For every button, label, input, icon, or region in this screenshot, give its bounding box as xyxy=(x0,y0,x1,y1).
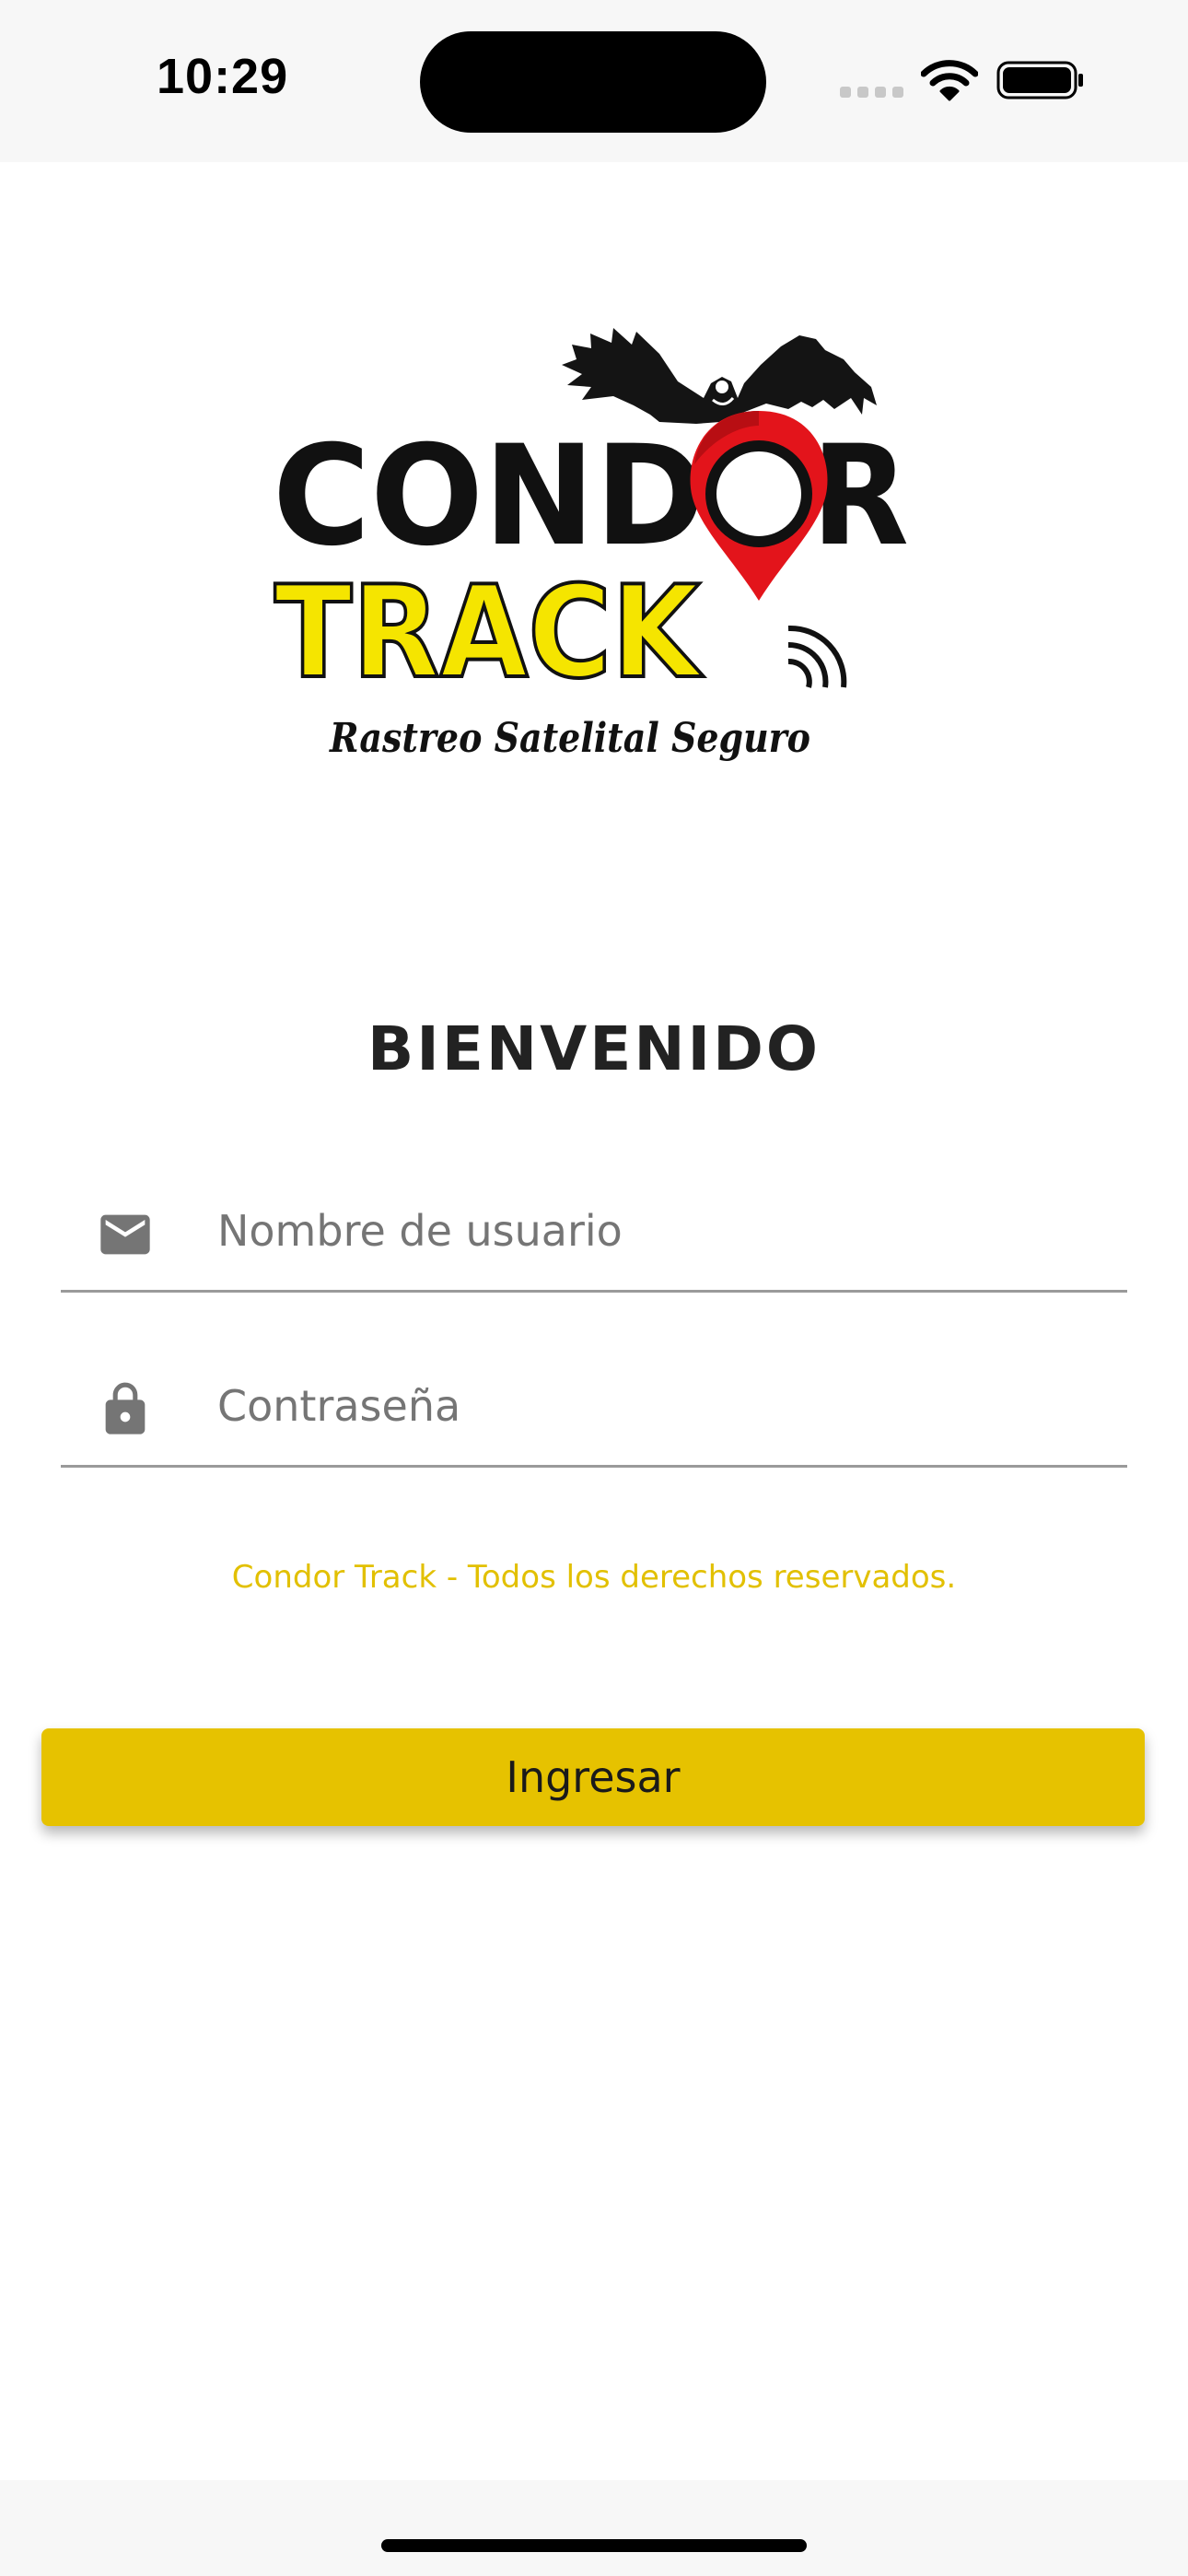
lock-icon xyxy=(105,1382,146,1434)
username-input[interactable] xyxy=(217,1194,1101,1268)
signal-waves-icon xyxy=(787,625,847,688)
svg-text:Rastreo Satelital Seguro: Rastreo Satelital Seguro xyxy=(328,715,810,762)
dynamic-island xyxy=(420,31,766,133)
status-time: 10:29 xyxy=(157,49,289,104)
welcome-title: BIENVENIDO xyxy=(367,1013,821,1084)
condor-icon xyxy=(562,328,877,424)
cell-signal-icon xyxy=(840,87,904,98)
copyright-text: Condor Track - Todos los derechos reserv… xyxy=(231,1559,957,1596)
password-input[interactable] xyxy=(217,1369,1101,1443)
password-field[interactable] xyxy=(61,1345,1127,1468)
svg-text:TRACK: TRACK xyxy=(274,558,705,707)
condor-track-logo: COND R TRACK Rastreo Satelital Seguro xyxy=(273,328,909,762)
home-indicator[interactable] xyxy=(381,2539,807,2552)
bottom-bar xyxy=(0,2480,1188,2576)
mail-icon xyxy=(100,1214,150,1255)
status-bar: 10:29 xyxy=(0,0,1188,162)
wifi-icon xyxy=(921,60,978,101)
map-pin-icon xyxy=(690,411,828,601)
username-field[interactable] xyxy=(61,1170,1127,1293)
login-button[interactable]: Ingresar xyxy=(41,1728,1145,1826)
battery-icon xyxy=(996,61,1083,100)
svg-text:COND: COND xyxy=(273,416,705,577)
svg-text:R: R xyxy=(811,416,909,577)
